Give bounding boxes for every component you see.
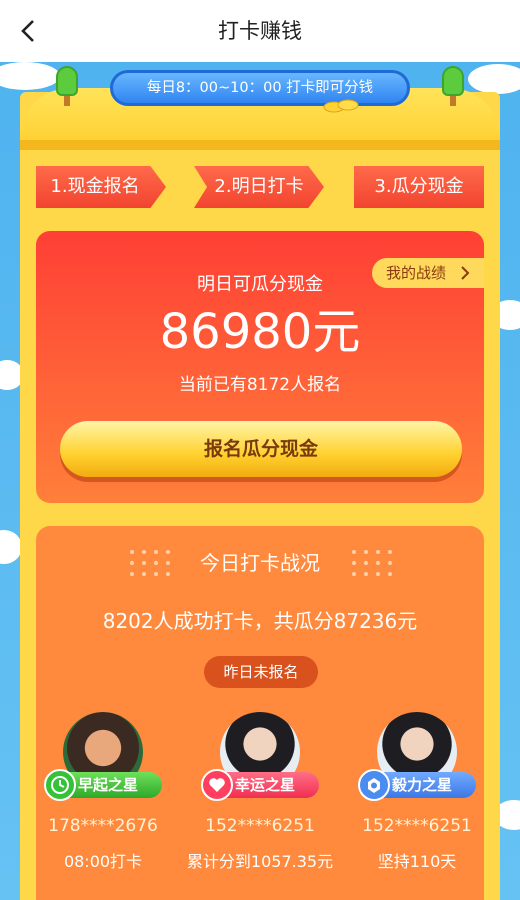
today-stats-title: 今日打卡战况 bbox=[200, 551, 320, 575]
star-phone: 152****6251 bbox=[362, 816, 472, 836]
yesterday-not-signed-button[interactable]: 昨日未报名 bbox=[204, 656, 318, 688]
star-phone: 178****2676 bbox=[48, 816, 158, 836]
gem-icon bbox=[358, 769, 390, 801]
page-title: 打卡赚钱 bbox=[218, 19, 302, 43]
board-lip bbox=[20, 140, 500, 150]
star-badge-label: 幸运之星 bbox=[235, 776, 296, 794]
cloud-decoration bbox=[468, 64, 520, 94]
clock-icon bbox=[44, 769, 76, 801]
signup-button[interactable]: 报名瓜分现金 bbox=[60, 421, 462, 477]
star-badge-label: 毅力之星 bbox=[392, 776, 453, 794]
star-detail: 累计分到1057.35元 bbox=[186, 852, 334, 871]
step-share-cash: 3.瓜分现金 bbox=[354, 166, 484, 208]
star-badge: 幸运之星 bbox=[201, 769, 319, 801]
prize-label: 明日可瓜分现金 bbox=[197, 274, 323, 295]
heart-icon bbox=[201, 769, 233, 801]
coins-icon bbox=[322, 98, 362, 113]
star-badge: 早起之星 bbox=[44, 769, 162, 801]
star-badge-label: 早起之星 bbox=[78, 776, 139, 794]
step-cash-signup: 1.现金报名 bbox=[36, 166, 166, 208]
star-badge: 毅力之星 bbox=[358, 769, 476, 801]
star-detail: 坚持110天 bbox=[377, 852, 457, 871]
time-notice-banner: 每日8：00~10：00 打卡即可分钱 bbox=[110, 70, 410, 106]
star-phone: 152****6251 bbox=[205, 816, 315, 836]
star-detail: 08:00打卡 bbox=[63, 852, 143, 871]
prize-amount: 86980元 bbox=[159, 304, 361, 360]
signup-count: 当前已有8172人报名 bbox=[178, 375, 342, 395]
tree-icon bbox=[56, 66, 78, 106]
tree-icon bbox=[442, 66, 464, 106]
top-bar: 打卡赚钱 bbox=[0, 0, 520, 62]
today-stats-summary: 8202人成功打卡，共瓜分87236元 bbox=[102, 609, 418, 633]
step-checkin-tomorrow: 2.明日打卡 bbox=[194, 166, 324, 208]
